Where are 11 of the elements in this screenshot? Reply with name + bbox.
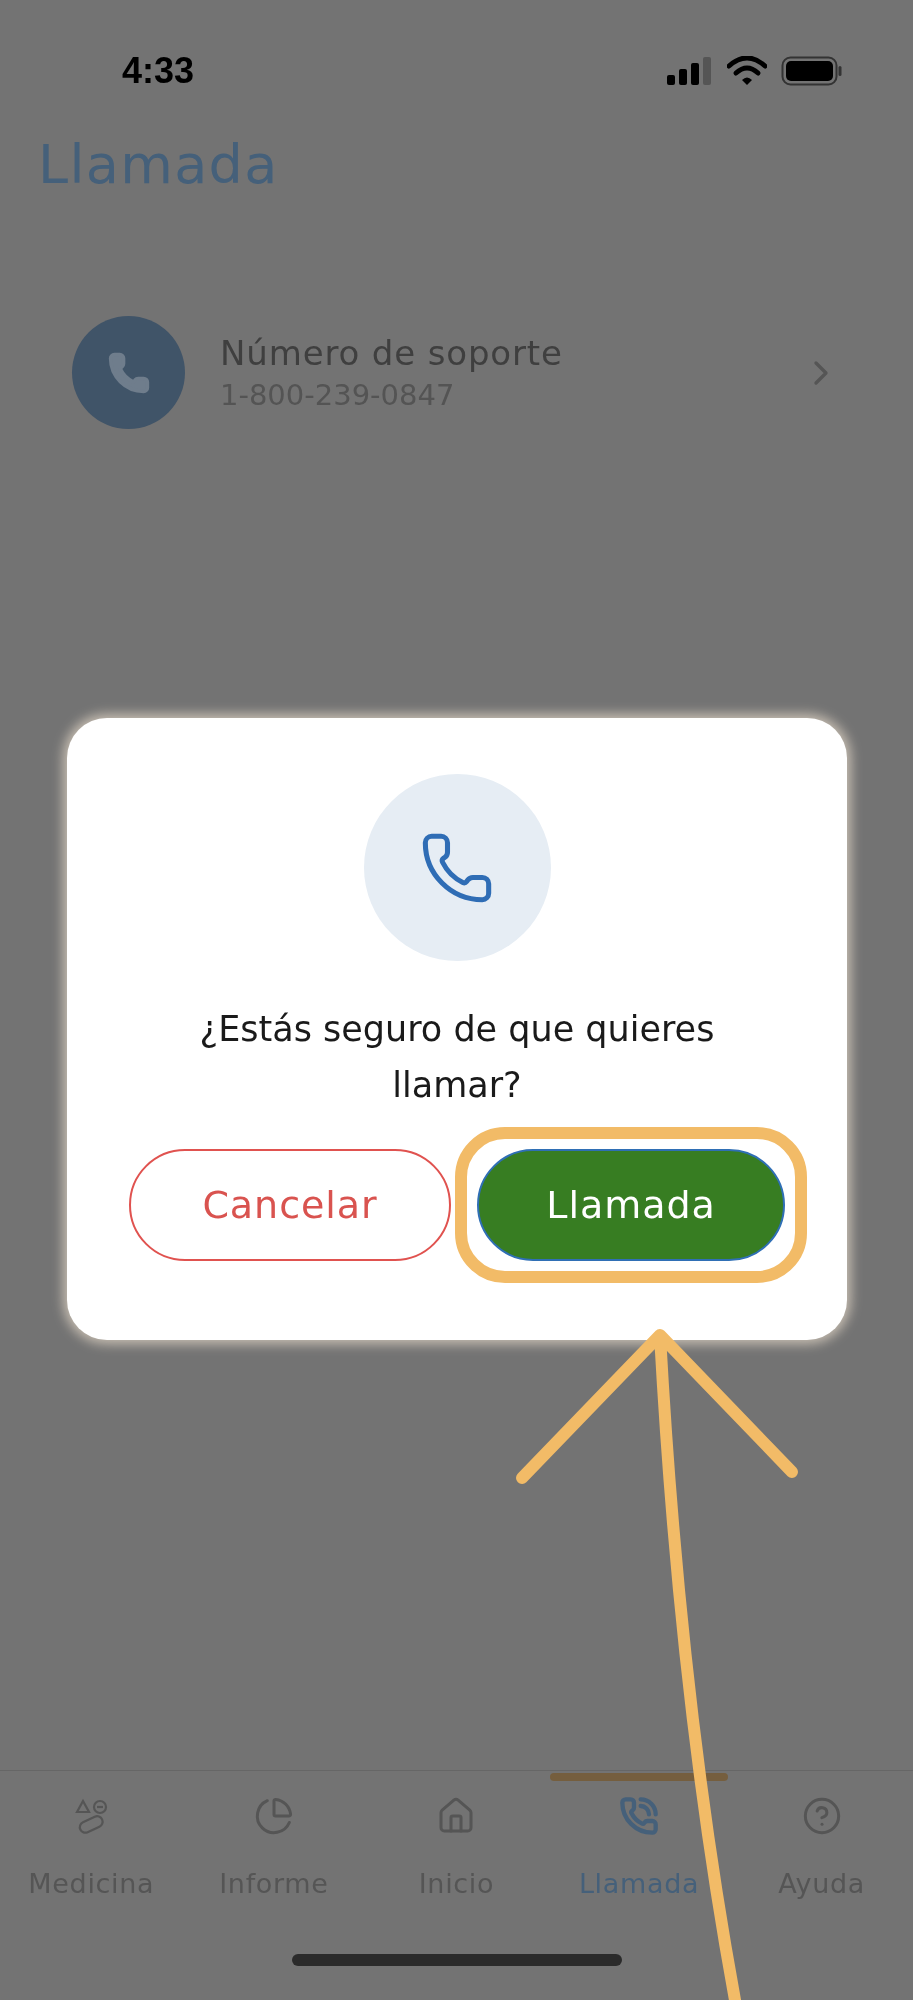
phone-call-icon — [619, 1796, 660, 1836]
signal-icon — [667, 56, 713, 85]
phone-icon — [106, 350, 151, 395]
dialog-message: ¿Estás seguro de que quieres llamar? — [198, 1008, 716, 1107]
pie-chart-icon — [253, 1796, 294, 1836]
call-button[interactable]: Llamada — [477, 1149, 785, 1261]
battery-icon — [781, 55, 843, 86]
wifi-icon — [727, 55, 767, 86]
cancel-button[interactable]: Cancelar — [129, 1149, 451, 1261]
status-time: 4:33 — [122, 48, 195, 93]
help-icon — [801, 1796, 842, 1836]
